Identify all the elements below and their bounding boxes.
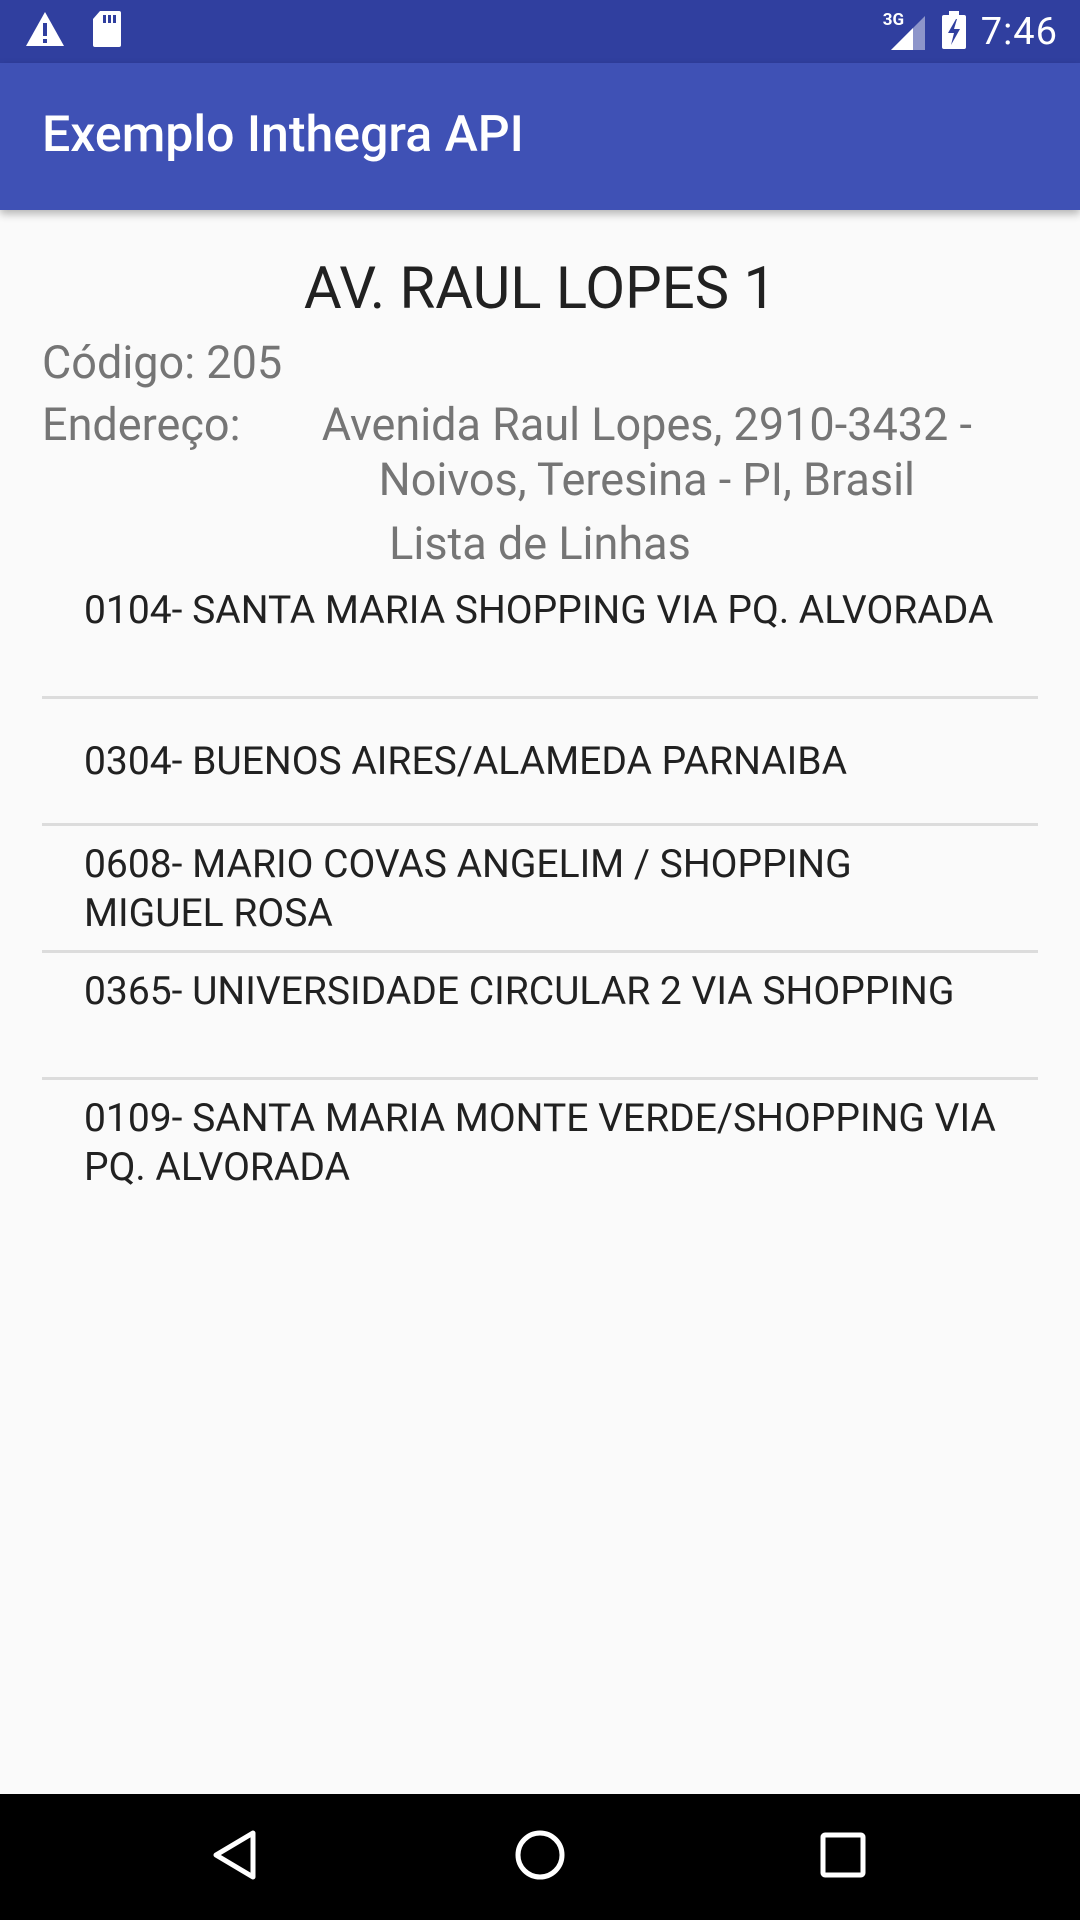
lines-heading: Lista de Linhas (389, 517, 691, 570)
status-bar-time: 7:46 (980, 9, 1058, 54)
status-bar: 3G 7:46 (0, 0, 1080, 63)
home-button[interactable] (505, 1822, 575, 1892)
line-item[interactable]: 0608- MARIO COVAS ANGELIM / SHOPPING MIG… (42, 826, 1038, 953)
lines-list: 0104- SANTA MARIA SHOPPING VIA PQ. ALVOR… (42, 572, 1038, 1207)
signal-icon: 3G (883, 10, 927, 52)
warning-icon (24, 10, 66, 52)
sd-card-icon (92, 10, 122, 52)
app-bar: Exemplo Inthegra API (0, 63, 1080, 210)
navigation-bar (0, 1794, 1080, 1920)
app-title: Exemplo Inthegra API (42, 106, 524, 164)
stop-address: Endereço: Avenida Raul Lopes, 2910-3432 … (42, 397, 1042, 507)
home-icon (514, 1829, 566, 1885)
battery-charging-icon (941, 10, 967, 54)
stop-address-value: Avenida Raul Lopes, 2910-3432 - Noivos, … (321, 398, 972, 506)
recents-button[interactable] (808, 1822, 878, 1892)
line-item[interactable]: 0304- BUENOS AIRES/ALAMEDA PARNAIBA (42, 699, 1038, 826)
status-bar-notifications (24, 10, 122, 52)
recents-icon (820, 1832, 866, 1882)
stop-name: AV. RAUL LOPES 1 (303, 255, 777, 323)
line-item[interactable]: 0104- SANTA MARIA SHOPPING VIA PQ. ALVOR… (42, 572, 1038, 699)
stop-code-label: Código: (42, 336, 207, 389)
stop-code: Código: 205 (42, 336, 282, 390)
back-button[interactable] (200, 1822, 270, 1892)
line-item[interactable]: 0365- UNIVERSIDADE CIRCULAR 2 VIA SHOPPI… (42, 953, 1038, 1080)
back-icon (211, 1829, 259, 1885)
line-item[interactable]: 0109- SANTA MARIA MONTE VERDE/SHOPPING V… (42, 1080, 1038, 1207)
stop-code-value: 205 (206, 336, 283, 389)
stop-address-label: Endereço: (42, 398, 252, 451)
